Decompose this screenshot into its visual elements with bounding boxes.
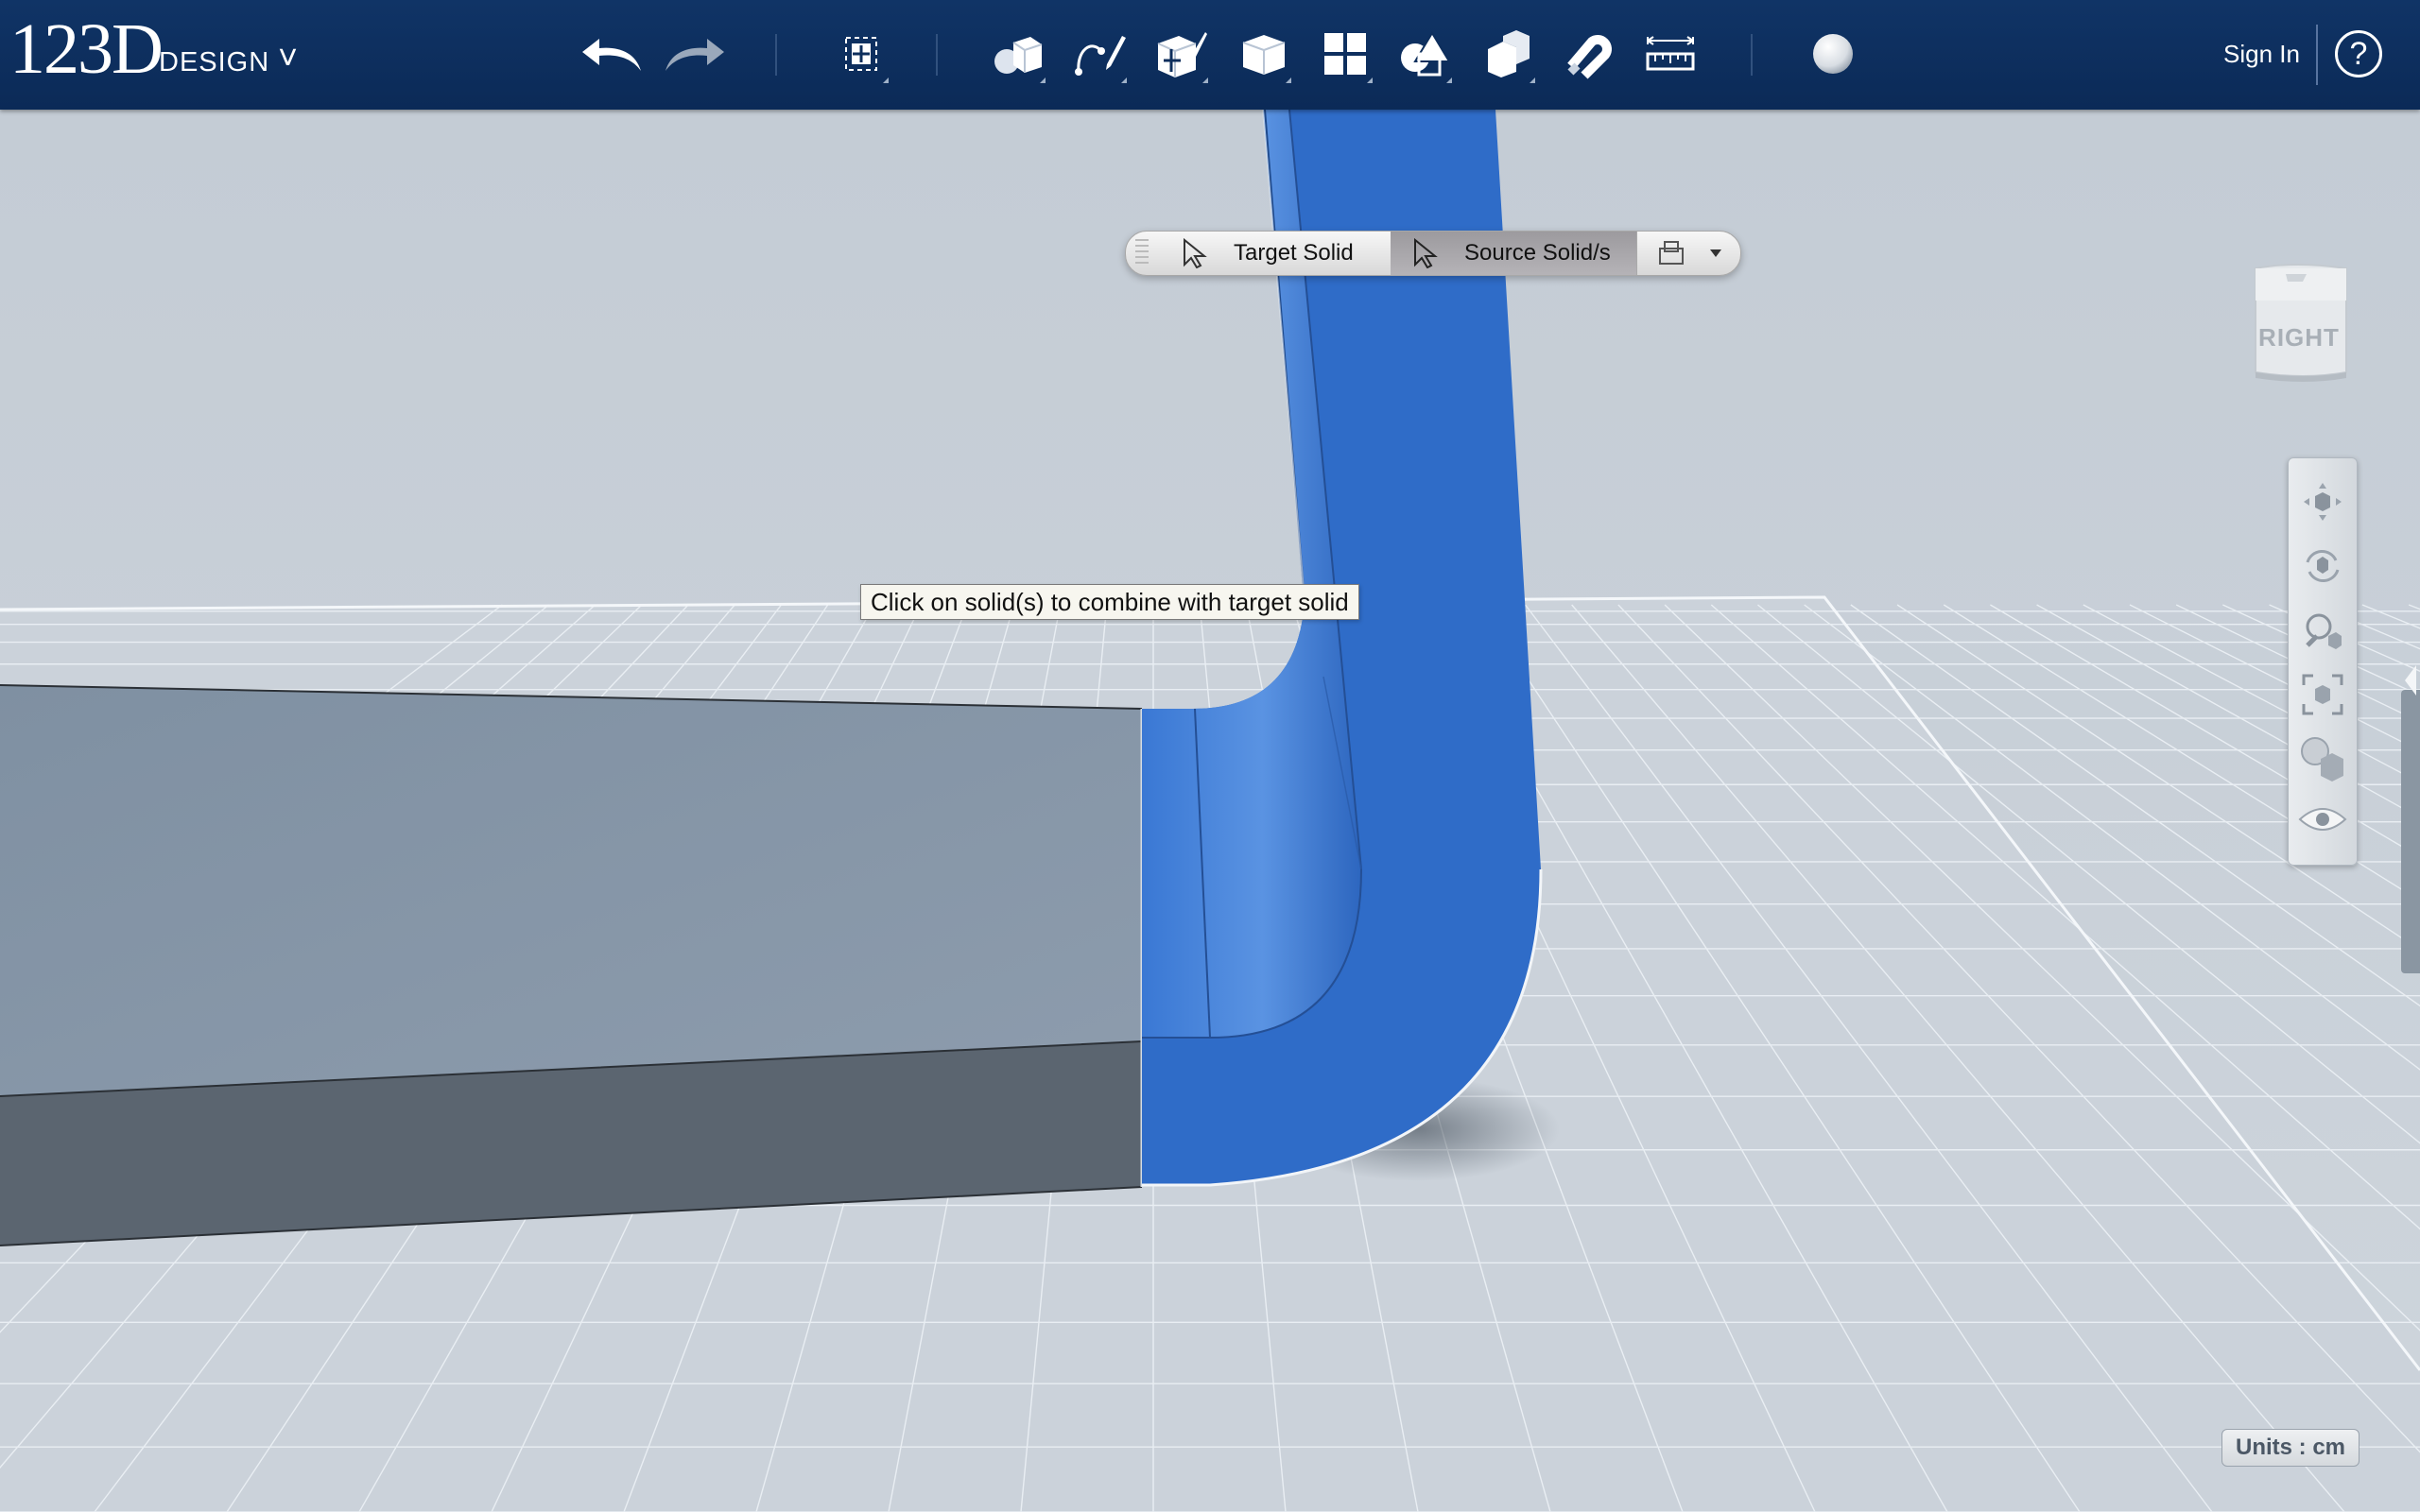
pan-icon [2304,483,2342,521]
primitives-button[interactable] [985,21,1051,87]
chevron-left-icon [2405,665,2416,696]
view-cube-face-label: RIGHT [2258,323,2340,352]
dropdown-corner-icon [1286,77,1291,83]
modify-icon [1242,35,1286,75]
view-cube[interactable]: RIGHT [2248,261,2350,384]
arrow-cursor-icon [1184,238,1207,268]
logo-sub-text: DESIGN [159,47,270,77]
sketch-icon [1075,36,1126,76]
navigation-bar [2288,457,2358,866]
toolbar-separator [2316,25,2318,85]
3d-viewport[interactable]: Click on solid(s) to combine with target… [0,110,2420,1512]
transform-icon [845,37,877,71]
grouping-button[interactable] [1392,21,1458,87]
transform-button[interactable] [828,21,894,87]
dropdown-corner-icon [1446,77,1452,83]
dropdown-corner-icon [1202,77,1208,83]
grey-solid[interactable] [0,684,1144,1246]
redo-button[interactable] [662,21,728,87]
logo-main-text: 123D [9,9,164,89]
dropdown-corner-icon [1530,77,1535,83]
modify-button[interactable] [1231,21,1297,87]
fit-button[interactable] [2298,670,2347,719]
units-badge[interactable]: Units : cm [2221,1429,2360,1467]
source-solid-label: Source Solid/s [1464,240,1611,266]
fit-icon [2302,674,2343,715]
help-button[interactable]: ? [2335,30,2382,77]
redo-arrow-icon [666,39,724,71]
magnet-icon [1567,35,1612,79]
hint-tooltip: Click on solid(s) to combine with target… [860,584,1359,620]
measure-button[interactable] [1637,21,1703,87]
arrow-cursor-icon [1414,238,1438,268]
construct-button[interactable] [1148,21,1214,87]
pattern-icon [1324,33,1366,75]
target-solid-label: Target Solid [1234,240,1354,266]
app-logo[interactable]: 123D DESIGN ˅ [9,13,298,85]
combine-button[interactable] [1475,21,1541,87]
construct-icon [1157,32,1207,77]
dropdown-arrow-icon [1710,249,1721,257]
toolbar-separator [775,34,777,76]
visibility-eye-icon [2298,808,2347,831]
dropdown-corner-icon [883,77,889,83]
pattern-button[interactable] [1312,21,1378,87]
toolbar-separator [936,34,938,76]
sketch-button[interactable] [1066,21,1132,87]
visibility-button[interactable] [2298,795,2347,844]
dropdown-corner-icon [1121,77,1127,83]
orbit-button[interactable] [2298,541,2347,591]
source-solid-button[interactable]: Source Solid/s [1391,232,1636,275]
top-toolbar: 123D DESIGN ˅ Sign In ? [0,0,2420,110]
undo-button[interactable] [579,21,645,87]
visual-style-button[interactable] [2298,734,2347,783]
snap-button[interactable] [1556,21,1622,87]
combine-mini-toolbar: Target Solid Source Solid/s [1125,231,1741,276]
toolbar-grip[interactable] [1135,239,1149,267]
scene-canvas[interactable] [0,110,2420,1512]
sign-in-link[interactable]: Sign In [2223,40,2300,69]
undo-arrow-icon [582,39,641,71]
grouping-icon [1401,31,1451,77]
material-button[interactable] [1800,21,1866,87]
primitives-icon [994,37,1043,74]
visual-style-icon [2301,737,2343,782]
toolbar-separator [1751,34,1753,76]
pan-button[interactable] [2298,477,2347,526]
combine-icon [1488,30,1530,77]
ruler-icon [1646,36,1695,71]
combine-mode-dropdown[interactable] [1636,232,1740,275]
dropdown-corner-icon [1367,77,1373,83]
side-panel-handle[interactable] [2401,665,2420,973]
zoom-button[interactable] [2298,606,2347,655]
merge-mode-icon [1659,241,1684,265]
app-menu-chevron-icon[interactable]: ˅ [278,38,298,77]
zoom-icon [2306,613,2342,649]
material-sphere-icon [1813,34,1853,74]
dropdown-corner-icon [1040,77,1046,83]
orbit-icon [2306,550,2340,582]
